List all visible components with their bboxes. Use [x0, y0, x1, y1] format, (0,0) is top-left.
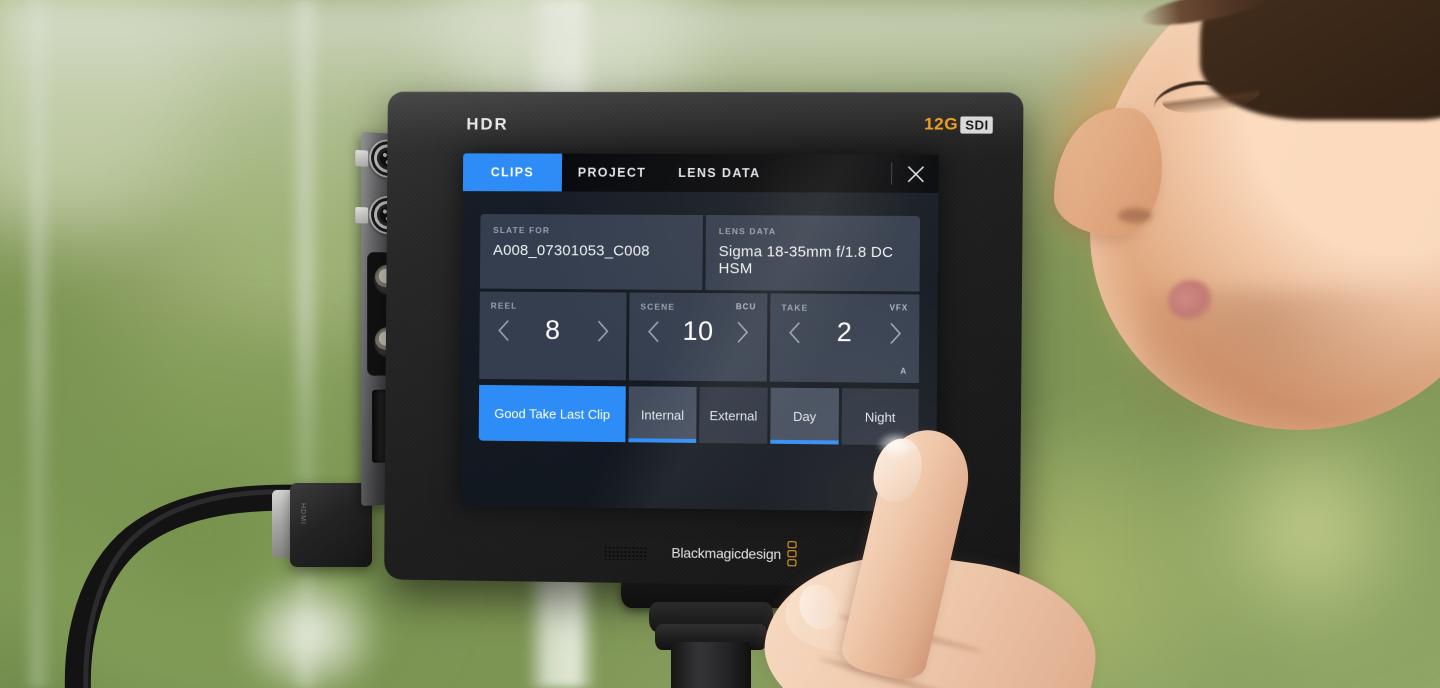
take-controls: 2	[781, 317, 908, 349]
sdi-tag-label: SDI	[960, 115, 993, 134]
mount-post	[671, 642, 751, 688]
lens-data-label: LENS DATA	[718, 226, 777, 237]
cable-plug: HDMI	[290, 483, 372, 567]
hdr-logo: HDR	[466, 114, 509, 134]
photo-scene: HDMI CH 1 MIC / LINE / +48V CH 2 MIC / L…	[0, 0, 1440, 688]
tab-spacer	[776, 154, 891, 193]
lens-data-panel[interactable]: LENS DATA Sigma 18-35mm f/1.8 DC HSM	[705, 215, 921, 292]
take-badge: VFX	[889, 303, 909, 313]
reel-header: REEL	[491, 301, 616, 312]
lens-data-value: Sigma 18-35mm f/1.8 DC HSM	[718, 243, 894, 278]
tab-project-label: PROJECT	[577, 165, 647, 180]
external-label: External	[709, 407, 758, 424]
scene-value: 10	[682, 315, 714, 347]
cable-curve-icon	[64, 484, 312, 688]
reel-stepper[interactable]: REEL 8	[479, 291, 627, 381]
tab-project[interactable]: PROJECT	[562, 154, 663, 192]
scene-prev-button[interactable]	[642, 316, 664, 346]
sdi-speed-label: 12G	[923, 114, 959, 134]
reel-next-button[interactable]	[591, 316, 613, 346]
external-button[interactable]: External	[699, 386, 768, 444]
blackmagic-mark-icon	[786, 541, 797, 567]
good-take-label: Good Take Last Clip	[494, 405, 611, 422]
take-footnote: A	[900, 366, 907, 376]
internal-selected-indicator	[628, 438, 697, 443]
chevron-left-icon	[497, 319, 510, 341]
take-label: TAKE	[781, 302, 809, 313]
cable-plug-label: HDMI	[299, 503, 306, 525]
tab-bar: CLIPS PROJECT LENS DATA	[462, 153, 939, 193]
scene-label: SCENE	[640, 301, 676, 312]
tab-lens-data-label: LENS DATA	[678, 165, 761, 181]
chevron-left-icon	[788, 321, 801, 343]
take-prev-button[interactable]	[783, 317, 805, 347]
good-take-last-clip-button[interactable]: Good Take Last Clip	[478, 384, 626, 443]
reel-label: REEL	[490, 300, 518, 311]
scene-next-button[interactable]	[732, 317, 754, 347]
person-face	[1020, 0, 1440, 460]
scene-controls: 10	[640, 316, 756, 348]
internal-label: Internal	[640, 406, 685, 423]
tab-clips-label: CLIPS	[490, 165, 535, 180]
info-row: SLATE FOR A008_07301053_C008 LENS DATA S…	[479, 214, 921, 292]
pointing-hand	[753, 398, 1235, 688]
scene-header: SCENE BCU	[640, 302, 756, 313]
chevron-left-icon	[648, 321, 660, 343]
brand-name: Blackmagicdesign	[671, 544, 782, 562]
slate-for-value: A008_07301053_C008	[492, 241, 650, 260]
chevron-right-icon	[737, 320, 748, 342]
scene-badge: BCU	[735, 302, 757, 312]
take-next-button[interactable]	[884, 318, 906, 348]
scene-stepper[interactable]: SCENE BCU 10	[628, 292, 768, 382]
slate-for-label: SLATE FOR	[493, 225, 551, 236]
close-button[interactable]	[892, 155, 939, 193]
slate-for-panel[interactable]: SLATE FOR A008_07301053_C008	[479, 214, 703, 291]
sdi-logo: 12G SDI	[924, 114, 993, 134]
close-icon	[906, 164, 925, 183]
brand-logo: Blackmagicdesign	[671, 540, 797, 567]
index-finger-highlight	[877, 432, 915, 458]
take-value: 2	[836, 316, 853, 348]
xlr-latch-2	[355, 206, 369, 224]
tab-clips[interactable]: CLIPS	[462, 153, 563, 192]
speaker-grille	[603, 545, 648, 561]
stepper-row: REEL 8 SCENE BCU 10 TAKE VFX 2 A	[479, 291, 920, 383]
chevron-right-icon	[596, 320, 609, 342]
hdmi-cable	[62, 452, 312, 688]
reel-value: 8	[544, 314, 561, 345]
face-nostril	[1118, 208, 1152, 223]
chevron-right-icon	[888, 322, 901, 344]
tab-lens-data[interactable]: LENS DATA	[662, 154, 777, 192]
internal-button[interactable]: Internal	[628, 386, 697, 443]
take-header: TAKE VFX	[781, 303, 908, 314]
reel-prev-button[interactable]	[492, 315, 514, 345]
face-lips	[1168, 280, 1212, 320]
reel-controls: 8	[490, 314, 615, 346]
take-stepper[interactable]: TAKE VFX 2 A	[769, 293, 920, 383]
xlr-latch-1	[355, 149, 369, 167]
